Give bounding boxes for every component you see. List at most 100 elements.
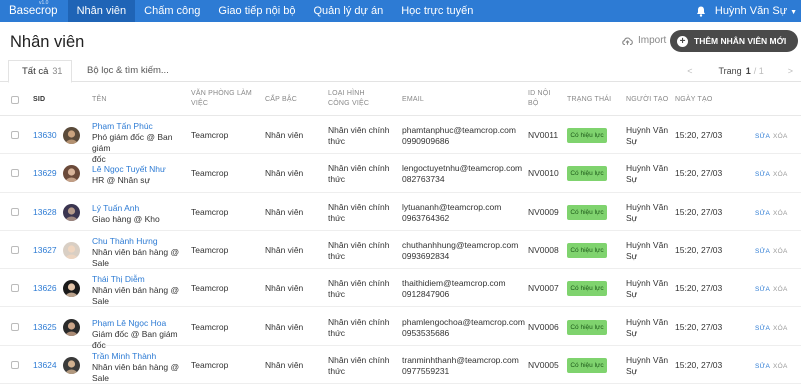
col-type[interactable]: LOẠI HÌNH CÔNG VIỆC bbox=[328, 89, 388, 109]
employee-position: Phó giám đốc @ Ban giám bbox=[92, 132, 173, 153]
edit-button[interactable]: SỬA bbox=[755, 171, 770, 178]
add-employee-label: THÊM NHÂN VIÊN MỚI bbox=[694, 36, 787, 46]
creator-line: Huỳnh Văn bbox=[626, 316, 669, 327]
employee-sid[interactable]: 13624 bbox=[33, 360, 57, 371]
internal-id: NV0005 bbox=[528, 359, 559, 370]
edit-button[interactable]: SỬA bbox=[755, 286, 770, 293]
employee-name[interactable]: Trần Minh Thành bbox=[92, 351, 190, 362]
edit-button[interactable]: SỬA bbox=[755, 210, 770, 217]
tab-all[interactable]: Tất cả 31 bbox=[8, 60, 72, 83]
delete-button[interactable]: XÓA bbox=[773, 210, 788, 217]
employee-sid[interactable]: 13630 bbox=[33, 130, 57, 141]
table-row[interactable]: 13624 Trần Minh Thành Nhân viên bán hàng… bbox=[0, 346, 801, 385]
next-page-icon[interactable]: > bbox=[788, 66, 793, 76]
user-menu[interactable]: Huỳnh Văn Sự ▼ bbox=[715, 5, 797, 17]
email: lengoctuyetnhu@teamcrop.com bbox=[402, 163, 523, 174]
row-checkbox[interactable] bbox=[11, 169, 19, 178]
employee-name[interactable]: Phạm Lê Ngọc Hoa bbox=[92, 318, 190, 329]
employee-info: Lê Ngọc Tuyết Như HR @ Nhân sự bbox=[92, 164, 190, 186]
row-checkbox[interactable] bbox=[11, 322, 19, 331]
tab-all-label: Tất cả bbox=[22, 66, 49, 77]
employee-name[interactable]: Lý Tuấn Anh bbox=[92, 203, 190, 214]
creator: Huỳnh Văn Sự bbox=[626, 240, 668, 262]
row-checkbox[interactable] bbox=[11, 131, 19, 139]
page-title: Nhân viên bbox=[10, 33, 85, 51]
avatar bbox=[63, 165, 80, 183]
page-header: Nhân viên Import + THÊM NHÂN VIÊN MỚI bbox=[0, 22, 801, 60]
delete-button[interactable]: XÓA bbox=[773, 171, 788, 178]
nav-item-du-an[interactable]: Quản lý dự án bbox=[304, 0, 392, 22]
office: Teamcrop bbox=[191, 244, 229, 255]
nav-item-nhan-vien[interactable]: Nhân viên bbox=[67, 0, 136, 22]
employee-sid[interactable]: 13629 bbox=[33, 168, 57, 179]
delete-button[interactable]: XÓA bbox=[773, 133, 788, 140]
page-label: Trang bbox=[718, 66, 742, 76]
col-internal-id[interactable]: ID NỘI BỘ bbox=[528, 89, 554, 109]
delete-button[interactable]: XÓA bbox=[773, 325, 788, 332]
employment-type: Nhân viên chính thức bbox=[328, 317, 389, 339]
pagination: < Trang 1 / 1 > bbox=[687, 60, 793, 82]
col-created[interactable]: NGÀY TẠO bbox=[675, 95, 713, 105]
employee-name[interactable]: Phạm Tấn Phúc bbox=[92, 121, 190, 132]
contact: phamlengochoa@teamcrop.com 0953535686 bbox=[402, 317, 525, 339]
nav-item-giao-tiep[interactable]: Giao tiếp nội bộ bbox=[209, 0, 304, 22]
tab-filter-search[interactable]: Bộ lọc & tìm kiếm... bbox=[87, 60, 169, 83]
bell-icon[interactable] bbox=[696, 6, 706, 17]
edit-button[interactable]: SỬA bbox=[755, 363, 770, 370]
col-sid[interactable]: SID bbox=[33, 95, 45, 105]
nav-item-cham-cong[interactable]: Chấm công bbox=[135, 0, 209, 22]
prev-page-icon[interactable]: < bbox=[687, 66, 692, 76]
employee-sid[interactable]: 13626 bbox=[33, 283, 57, 294]
row-checkbox[interactable] bbox=[11, 207, 19, 216]
nav-item-hoc-truc-tuyen[interactable]: Học trực tuyến bbox=[392, 0, 482, 22]
employment-type-line: thức bbox=[328, 250, 346, 261]
employee-position: Nhân viên bán hàng @ bbox=[92, 361, 180, 372]
level: Nhân viên bbox=[265, 321, 304, 332]
table-row[interactable]: 13626 Thái Thị Diễm Nhân viên bán hàng @… bbox=[0, 269, 801, 308]
col-name[interactable]: TÊN bbox=[92, 95, 107, 105]
edit-button[interactable]: SỬA bbox=[755, 248, 770, 255]
col-status[interactable]: TRẠNG THÁI bbox=[567, 95, 611, 105]
employment-type-line: Nhân viên chính bbox=[328, 278, 390, 289]
table-row[interactable]: 13627 Chu Thành Hưng Nhân viên bán hàng … bbox=[0, 231, 801, 270]
delete-button[interactable]: XÓA bbox=[773, 248, 788, 255]
delete-button[interactable]: XÓA bbox=[773, 363, 788, 370]
creator-line: Huỳnh Văn bbox=[626, 163, 669, 174]
phone: 0990909686 bbox=[402, 136, 450, 146]
creator-line: Sự bbox=[626, 365, 638, 376]
employee-info: Trần Minh Thành Nhân viên bán hàng @ Sale bbox=[92, 351, 190, 384]
internal-id: NV0006 bbox=[528, 321, 559, 332]
employee-name[interactable]: Chu Thành Hưng bbox=[92, 236, 190, 247]
employee-name[interactable]: Thái Thị Diễm bbox=[92, 274, 190, 285]
delete-button[interactable]: XÓA bbox=[773, 286, 788, 293]
add-employee-button[interactable]: + THÊM NHÂN VIÊN MỚI bbox=[670, 30, 798, 52]
employment-type-line: thức bbox=[328, 136, 346, 146]
table-row[interactable]: 13629 Lê Ngọc Tuyết Như HR @ Nhân sự Tea… bbox=[0, 154, 801, 193]
col-office[interactable]: VĂN PHÒNG LÀM VIỆC bbox=[191, 89, 253, 109]
employee-info: Thái Thị Diễm Nhân viên bán hàng @ Sale bbox=[92, 274, 190, 307]
office: Teamcrop bbox=[191, 130, 229, 140]
row-checkbox[interactable] bbox=[11, 360, 19, 369]
col-creator[interactable]: NGƯỜI TẠO bbox=[626, 95, 668, 105]
row-checkbox[interactable] bbox=[11, 245, 19, 254]
employee-sid[interactable]: 13627 bbox=[33, 245, 57, 256]
employee-sid[interactable]: 13628 bbox=[33, 207, 57, 218]
office: Teamcrop bbox=[191, 283, 229, 294]
col-level[interactable]: CẤP BẬC bbox=[265, 95, 297, 105]
edit-button[interactable]: SỬA bbox=[755, 133, 770, 140]
import-button[interactable]: Import bbox=[622, 35, 666, 46]
edit-button[interactable]: SỬA bbox=[755, 325, 770, 332]
row-checkbox[interactable] bbox=[11, 284, 19, 293]
brand-logo[interactable]: Basecrop v1.0 bbox=[0, 0, 68, 22]
table-row[interactable]: 13628 Lý Tuấn Anh Giao hàng @ Kho Teamcr… bbox=[0, 193, 801, 231]
select-all-checkbox[interactable] bbox=[11, 96, 19, 104]
status-badge: Có hiệu lực bbox=[567, 128, 607, 143]
employee-sid[interactable]: 13625 bbox=[33, 322, 57, 333]
contact: tranminhthanh@teamcrop.com 0977559231 bbox=[402, 355, 519, 377]
col-email[interactable]: EMAIL bbox=[402, 95, 424, 105]
table-row[interactable]: 13630 Phạm Tấn Phúc Phó giám đốc @ Ban g… bbox=[0, 116, 801, 164]
level: Nhân viên bbox=[265, 206, 304, 217]
employee-name[interactable]: Lê Ngọc Tuyết Như bbox=[92, 164, 190, 175]
top-nav-bar: Basecrop v1.0 Nhân viên Chấm công Giao t… bbox=[0, 0, 801, 22]
table-row[interactable]: 13625 Phạm Lê Ngọc Hoa Giám đốc @ Ban gi… bbox=[0, 308, 801, 350]
